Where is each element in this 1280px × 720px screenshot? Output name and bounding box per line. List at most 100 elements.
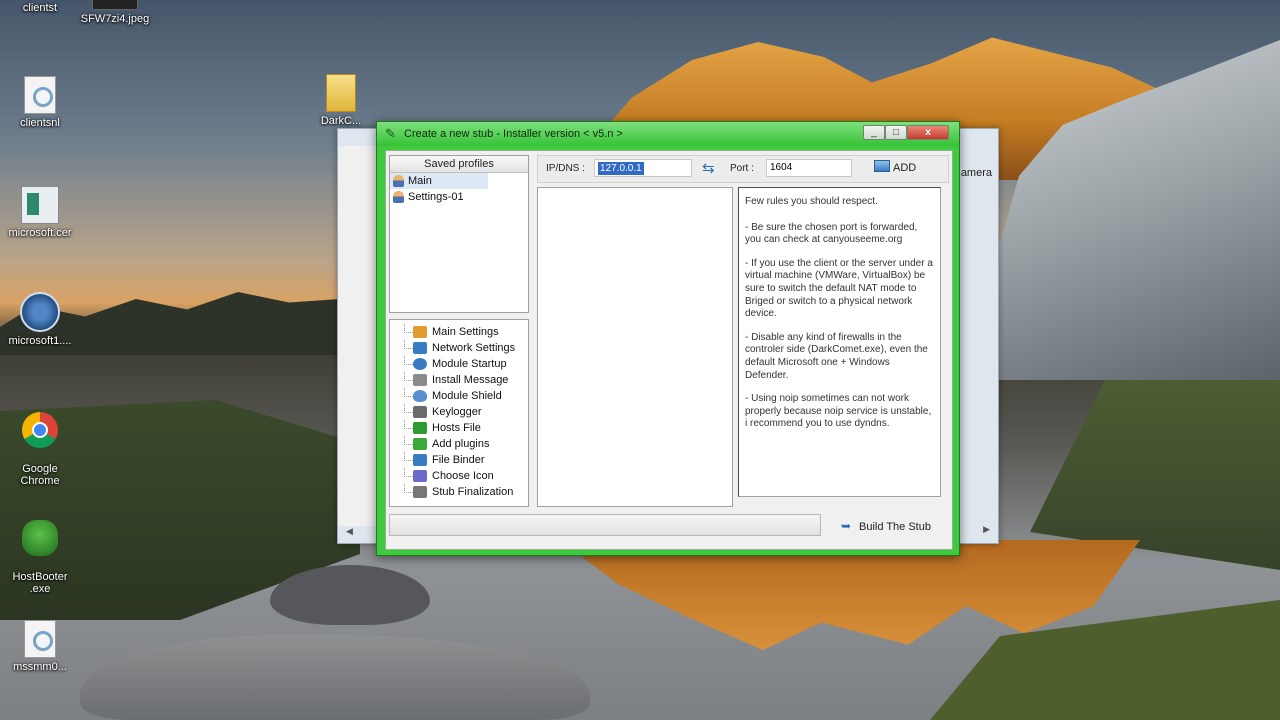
build-stub-button[interactable]: ➥ Build The Stub bbox=[841, 516, 941, 536]
profile-item-main[interactable]: Main bbox=[390, 173, 488, 189]
hosts-icon bbox=[413, 422, 427, 434]
desktop-icon-mssmm[interactable]: mssmm0... bbox=[5, 620, 75, 673]
tree-item-network-settings[interactable]: Network Settings bbox=[390, 340, 528, 356]
add-connection-icon bbox=[874, 160, 890, 172]
refresh-icon[interactable]: ⇆ bbox=[702, 161, 715, 176]
tree-item-label: Module Startup bbox=[432, 358, 507, 370]
wallpaper-rock bbox=[270, 565, 430, 625]
add-button[interactable]: ADD bbox=[874, 159, 926, 177]
document-gear-icon bbox=[24, 76, 56, 114]
scroll-right-icon[interactable]: ▶ bbox=[983, 524, 990, 535]
tree-item-label: Main Settings bbox=[432, 326, 499, 338]
rules-paragraph: - If you use the client or the server un… bbox=[745, 257, 933, 320]
saved-profiles-panel: Saved profiles Main Settings-01 bbox=[389, 155, 529, 313]
close-button[interactable]: x bbox=[907, 125, 949, 140]
image-thumbnail-icon bbox=[92, 0, 138, 10]
desktop-icon-label: mssmm0... bbox=[13, 661, 67, 673]
saved-profiles-header: Saved profiles bbox=[390, 156, 528, 173]
tree-item-label: Install Message bbox=[432, 374, 509, 386]
desktop-icon-darkcomet-folder[interactable]: DarkC... bbox=[306, 74, 376, 127]
tree-item-label: Keylogger bbox=[432, 406, 482, 418]
port-label: Port : bbox=[730, 163, 754, 174]
tree-item-hosts-file[interactable]: Hosts File bbox=[390, 420, 528, 436]
wallpaper-grass bbox=[930, 600, 1280, 720]
tree-item-install-message[interactable]: Install Message bbox=[390, 372, 528, 388]
home-icon bbox=[413, 326, 427, 338]
dialog-title: Create a new stub - Installer version < … bbox=[404, 128, 623, 140]
startup-icon bbox=[413, 358, 427, 370]
tree-item-file-binder[interactable]: File Binder bbox=[390, 452, 528, 468]
desktop-icon-hostbooter[interactable]: HostBooter .exe bbox=[5, 508, 75, 595]
ip-dns-value: 127.0.0.1 bbox=[598, 162, 644, 175]
desktop-icon-microsoft1[interactable]: microsoft1.... bbox=[5, 292, 75, 347]
desktop-icon-label: clientst bbox=[22, 2, 58, 14]
desktop-icon-label: SFW7zi4.jpeg bbox=[80, 13, 150, 25]
tree-item-stub-finalization[interactable]: Stub Finalization bbox=[390, 484, 528, 500]
tree-item-label: File Binder bbox=[432, 454, 485, 466]
binder-icon bbox=[413, 454, 427, 466]
scroll-left-icon[interactable]: ◀ bbox=[346, 526, 353, 537]
build-arrow-icon: ➥ bbox=[841, 519, 852, 533]
ip-dns-input[interactable]: 127.0.0.1 bbox=[594, 159, 692, 177]
dialog-titlebar[interactable]: ✎ Create a new stub - Installer version … bbox=[377, 122, 959, 146]
maximize-button[interactable]: □ bbox=[885, 125, 907, 140]
tree-item-add-plugins[interactable]: Add plugins bbox=[390, 436, 528, 452]
tree-item-label: Hosts File bbox=[432, 422, 481, 434]
icon-picker-icon bbox=[413, 470, 427, 482]
desktop-icon-label: HostBooter .exe bbox=[12, 571, 68, 595]
profile-label: Main bbox=[408, 175, 432, 187]
desktop-icon-clientst[interactable]: clientst bbox=[5, 2, 75, 14]
dialog-client-area: Saved profiles Main Settings-01 Main Set… bbox=[385, 150, 953, 550]
tree-item-label: Network Settings bbox=[432, 342, 516, 354]
message-icon bbox=[413, 374, 427, 386]
background-window-sidebar bbox=[338, 146, 376, 526]
port-input[interactable]: 1604 bbox=[766, 159, 852, 177]
tree-item-module-startup[interactable]: Module Startup bbox=[390, 356, 528, 372]
add-button-label: ADD bbox=[893, 162, 917, 174]
desktop-icon-label: DarkC... bbox=[320, 115, 362, 127]
document-gear-icon bbox=[24, 620, 56, 658]
user-icon bbox=[393, 191, 404, 203]
chrome-icon bbox=[22, 412, 58, 448]
desktop-icon-microsoft-cer[interactable]: microsoft.cer bbox=[5, 186, 75, 239]
folder-icon bbox=[326, 74, 356, 112]
tree-item-module-shield[interactable]: Module Shield bbox=[390, 388, 528, 404]
tree-item-label: Stub Finalization bbox=[432, 486, 514, 498]
desktop-icon-clientsnl[interactable]: clientsnl bbox=[5, 76, 75, 129]
rules-paragraph: - Disable any kind of firewalls in the c… bbox=[745, 331, 928, 381]
hostbooter-icon bbox=[22, 520, 58, 556]
shield-icon bbox=[413, 390, 427, 402]
connection-toolbar: IP/DNS : 127.0.0.1 ⇆ Port : 1604 ADD bbox=[537, 155, 949, 183]
ip-dns-label: IP/DNS : bbox=[546, 163, 585, 174]
tree-item-label: Choose Icon bbox=[432, 470, 494, 482]
tree-item-choose-icon[interactable]: Choose Icon bbox=[390, 468, 528, 484]
profile-label: Settings-01 bbox=[408, 191, 464, 203]
finalize-icon bbox=[413, 486, 427, 498]
plugin-icon bbox=[413, 438, 427, 450]
desktop-icon-label: microsoft1.... bbox=[8, 335, 72, 347]
desktop-icon-google-chrome[interactable]: Google Chrome bbox=[5, 400, 75, 487]
tree-item-label: Add plugins bbox=[432, 438, 490, 450]
minimize-button[interactable]: _ bbox=[863, 125, 885, 140]
desktop-icon-label: microsoft.cer bbox=[8, 227, 72, 239]
desktop-icon-jpeg[interactable]: SFW7zi4.jpeg bbox=[80, 0, 150, 25]
settings-tree: Main Settings Network Settings Module St… bbox=[389, 319, 529, 507]
network-icon bbox=[413, 342, 427, 354]
desktop-icon-label: clientsnl bbox=[20, 117, 60, 129]
connection-list[interactable] bbox=[537, 187, 733, 507]
rules-paragraph: - Be sure the chosen port is forwarded, … bbox=[745, 221, 918, 246]
user-icon bbox=[393, 175, 404, 187]
wallpaper-rock bbox=[80, 635, 590, 720]
build-progress-bar bbox=[389, 514, 821, 536]
tree-item-main-settings[interactable]: Main Settings bbox=[390, 324, 528, 340]
image-file-icon bbox=[21, 186, 59, 224]
rules-textbox[interactable]: Few rules you should respect. - Be sure … bbox=[738, 187, 941, 497]
keyboard-icon bbox=[413, 406, 427, 418]
background-window-text: amera bbox=[960, 167, 992, 179]
tree-item-keylogger[interactable]: Keylogger bbox=[390, 404, 528, 420]
tree-item-label: Module Shield bbox=[432, 390, 502, 402]
rules-heading: Few rules you should respect. bbox=[745, 196, 878, 207]
tools-icon: ✎ bbox=[385, 126, 396, 141]
build-stub-label: Build The Stub bbox=[859, 521, 931, 533]
profile-item-settings-01[interactable]: Settings-01 bbox=[390, 189, 528, 205]
